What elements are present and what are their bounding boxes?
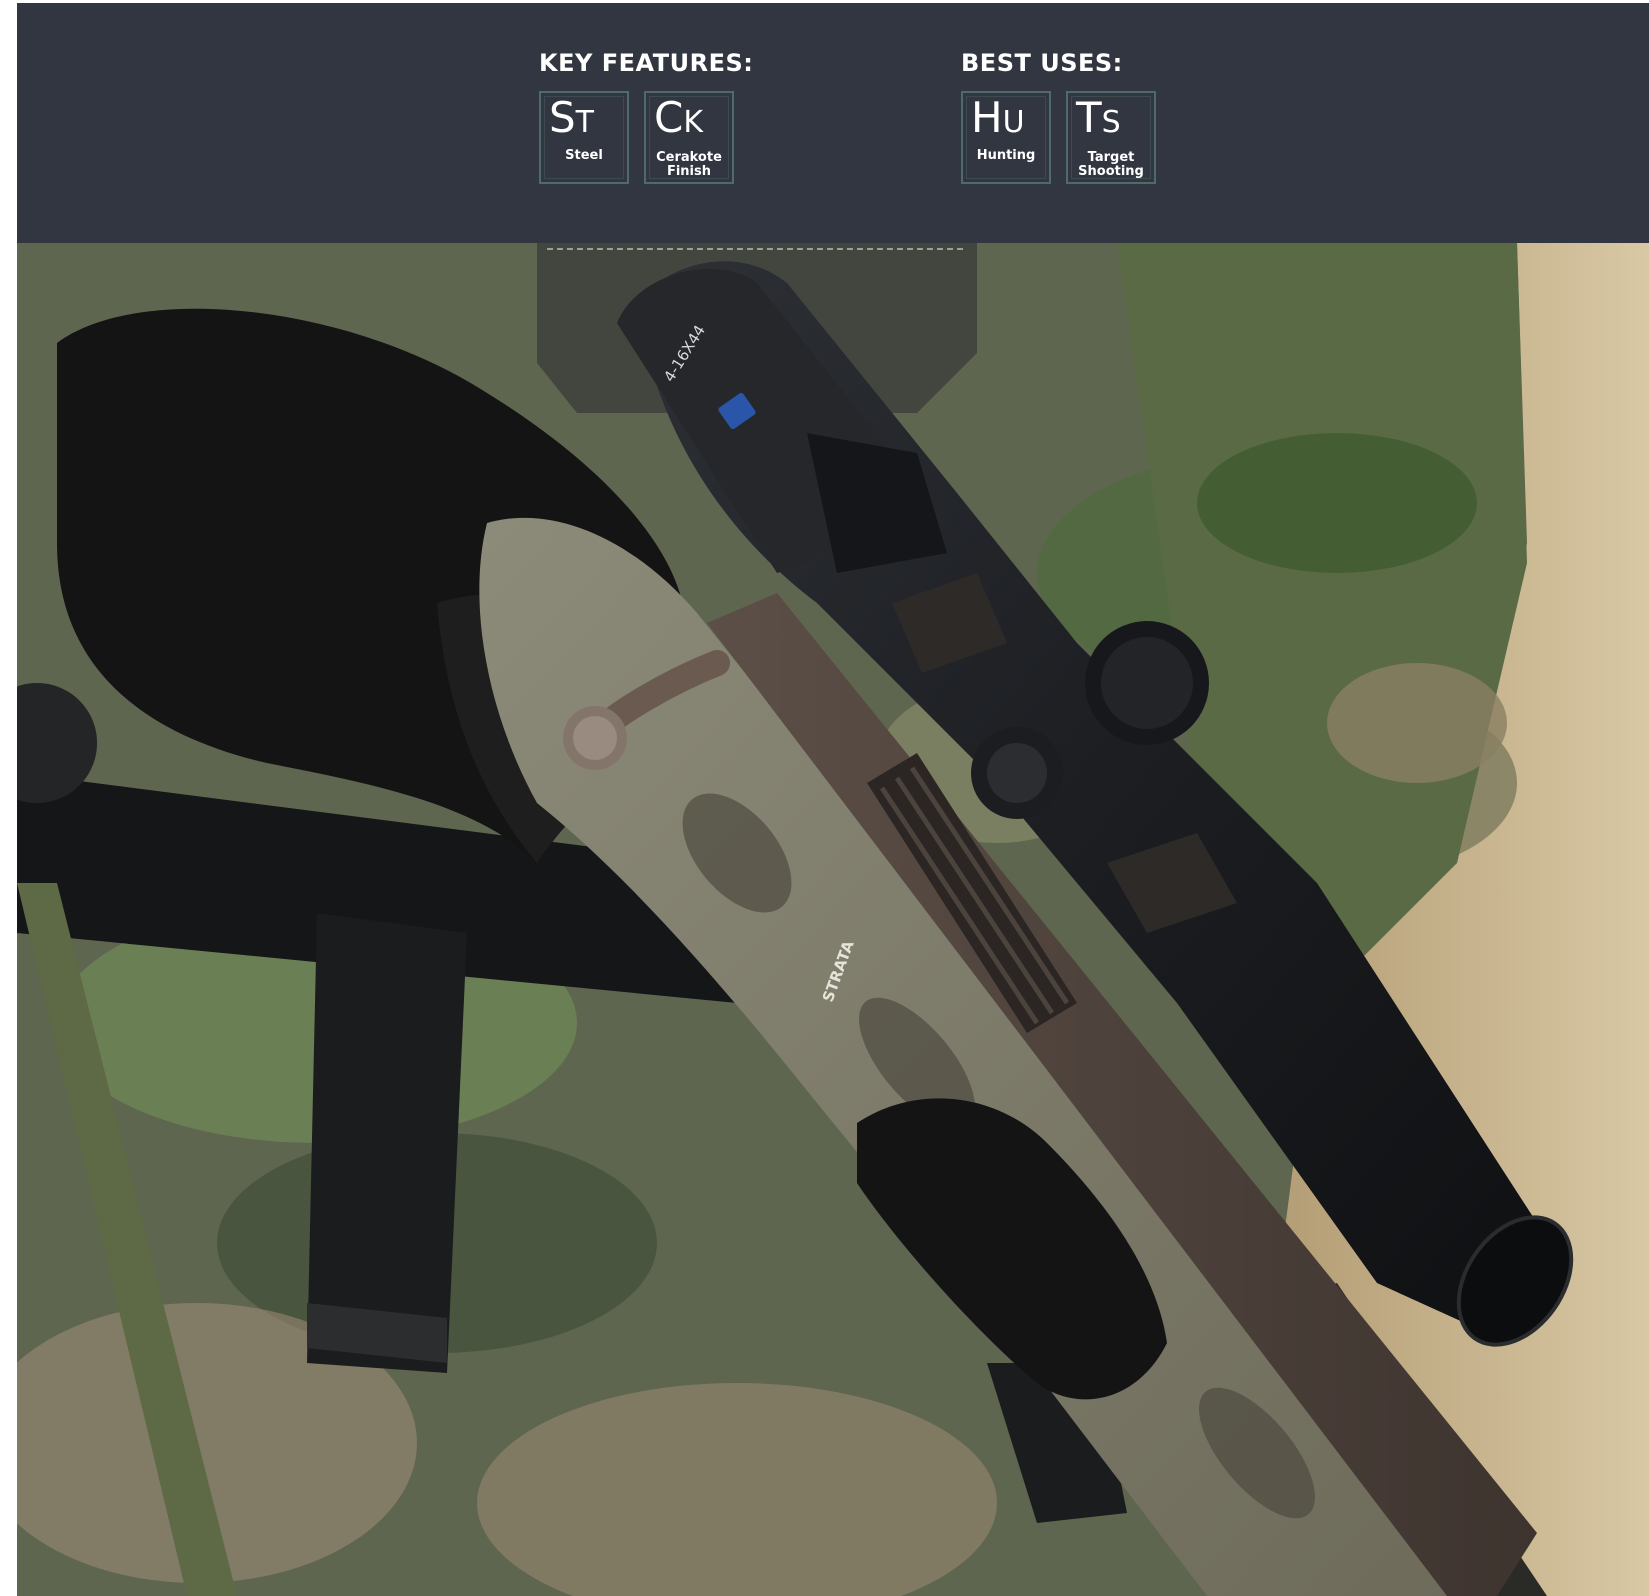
key-features-tiles: ST Steel CK Cerakote Finish <box>539 91 753 184</box>
product-page: KEY FEATURES: ST Steel CK Cerakote Finis… <box>0 0 1649 1596</box>
best-uses-title: BEST USES: <box>961 49 1123 77</box>
tile-label-steel: Steel <box>565 148 603 163</box>
symbol-small: T <box>575 105 594 140</box>
best-uses-tiles: HU Hunting TS Target Shooting <box>961 91 1156 184</box>
symbol-small: S <box>1101 105 1121 140</box>
symbol-big: S <box>549 93 576 142</box>
tile-label-target-shooting: Target Shooting <box>1078 150 1144 179</box>
cerakote-symbol: CK <box>654 97 703 139</box>
symbol-big: C <box>654 93 684 142</box>
hanging-strap <box>307 913 467 1373</box>
target-shooting-symbol: TS <box>1076 97 1121 139</box>
features-header: KEY FEATURES: ST Steel CK Cerakote Finis… <box>17 3 1649 243</box>
symbol-small: K <box>683 105 704 140</box>
rifle-photo-illustration: 4-16X44 STRATA <box>17 243 1649 1596</box>
symbol-small: U <box>1002 105 1025 140</box>
feature-tile-cerakote-finish: CK Cerakote Finish <box>644 91 734 184</box>
use-tile-hunting: HU Hunting <box>961 91 1051 184</box>
key-features-title: KEY FEATURES: <box>539 49 754 77</box>
key-features-group: KEY FEATURES: ST Steel CK Cerakote Finis… <box>539 49 753 184</box>
tile-label-hunting: Hunting <box>976 148 1036 163</box>
steel-symbol: ST <box>549 97 594 139</box>
symbol-big: H <box>971 93 1003 142</box>
symbol-big: T <box>1076 93 1102 142</box>
feature-tile-steel: ST Steel <box>539 91 629 184</box>
best-uses-group: BEST USES: HU Hunting TS Target Shooting <box>961 49 1156 184</box>
rifle-photo: 4-16X44 STRATA <box>17 243 1649 1596</box>
use-tile-target-shooting: TS Target Shooting <box>1066 91 1156 184</box>
hunting-symbol: HU <box>971 97 1025 139</box>
tile-label-cerakote-finish: Cerakote Finish <box>656 150 722 179</box>
